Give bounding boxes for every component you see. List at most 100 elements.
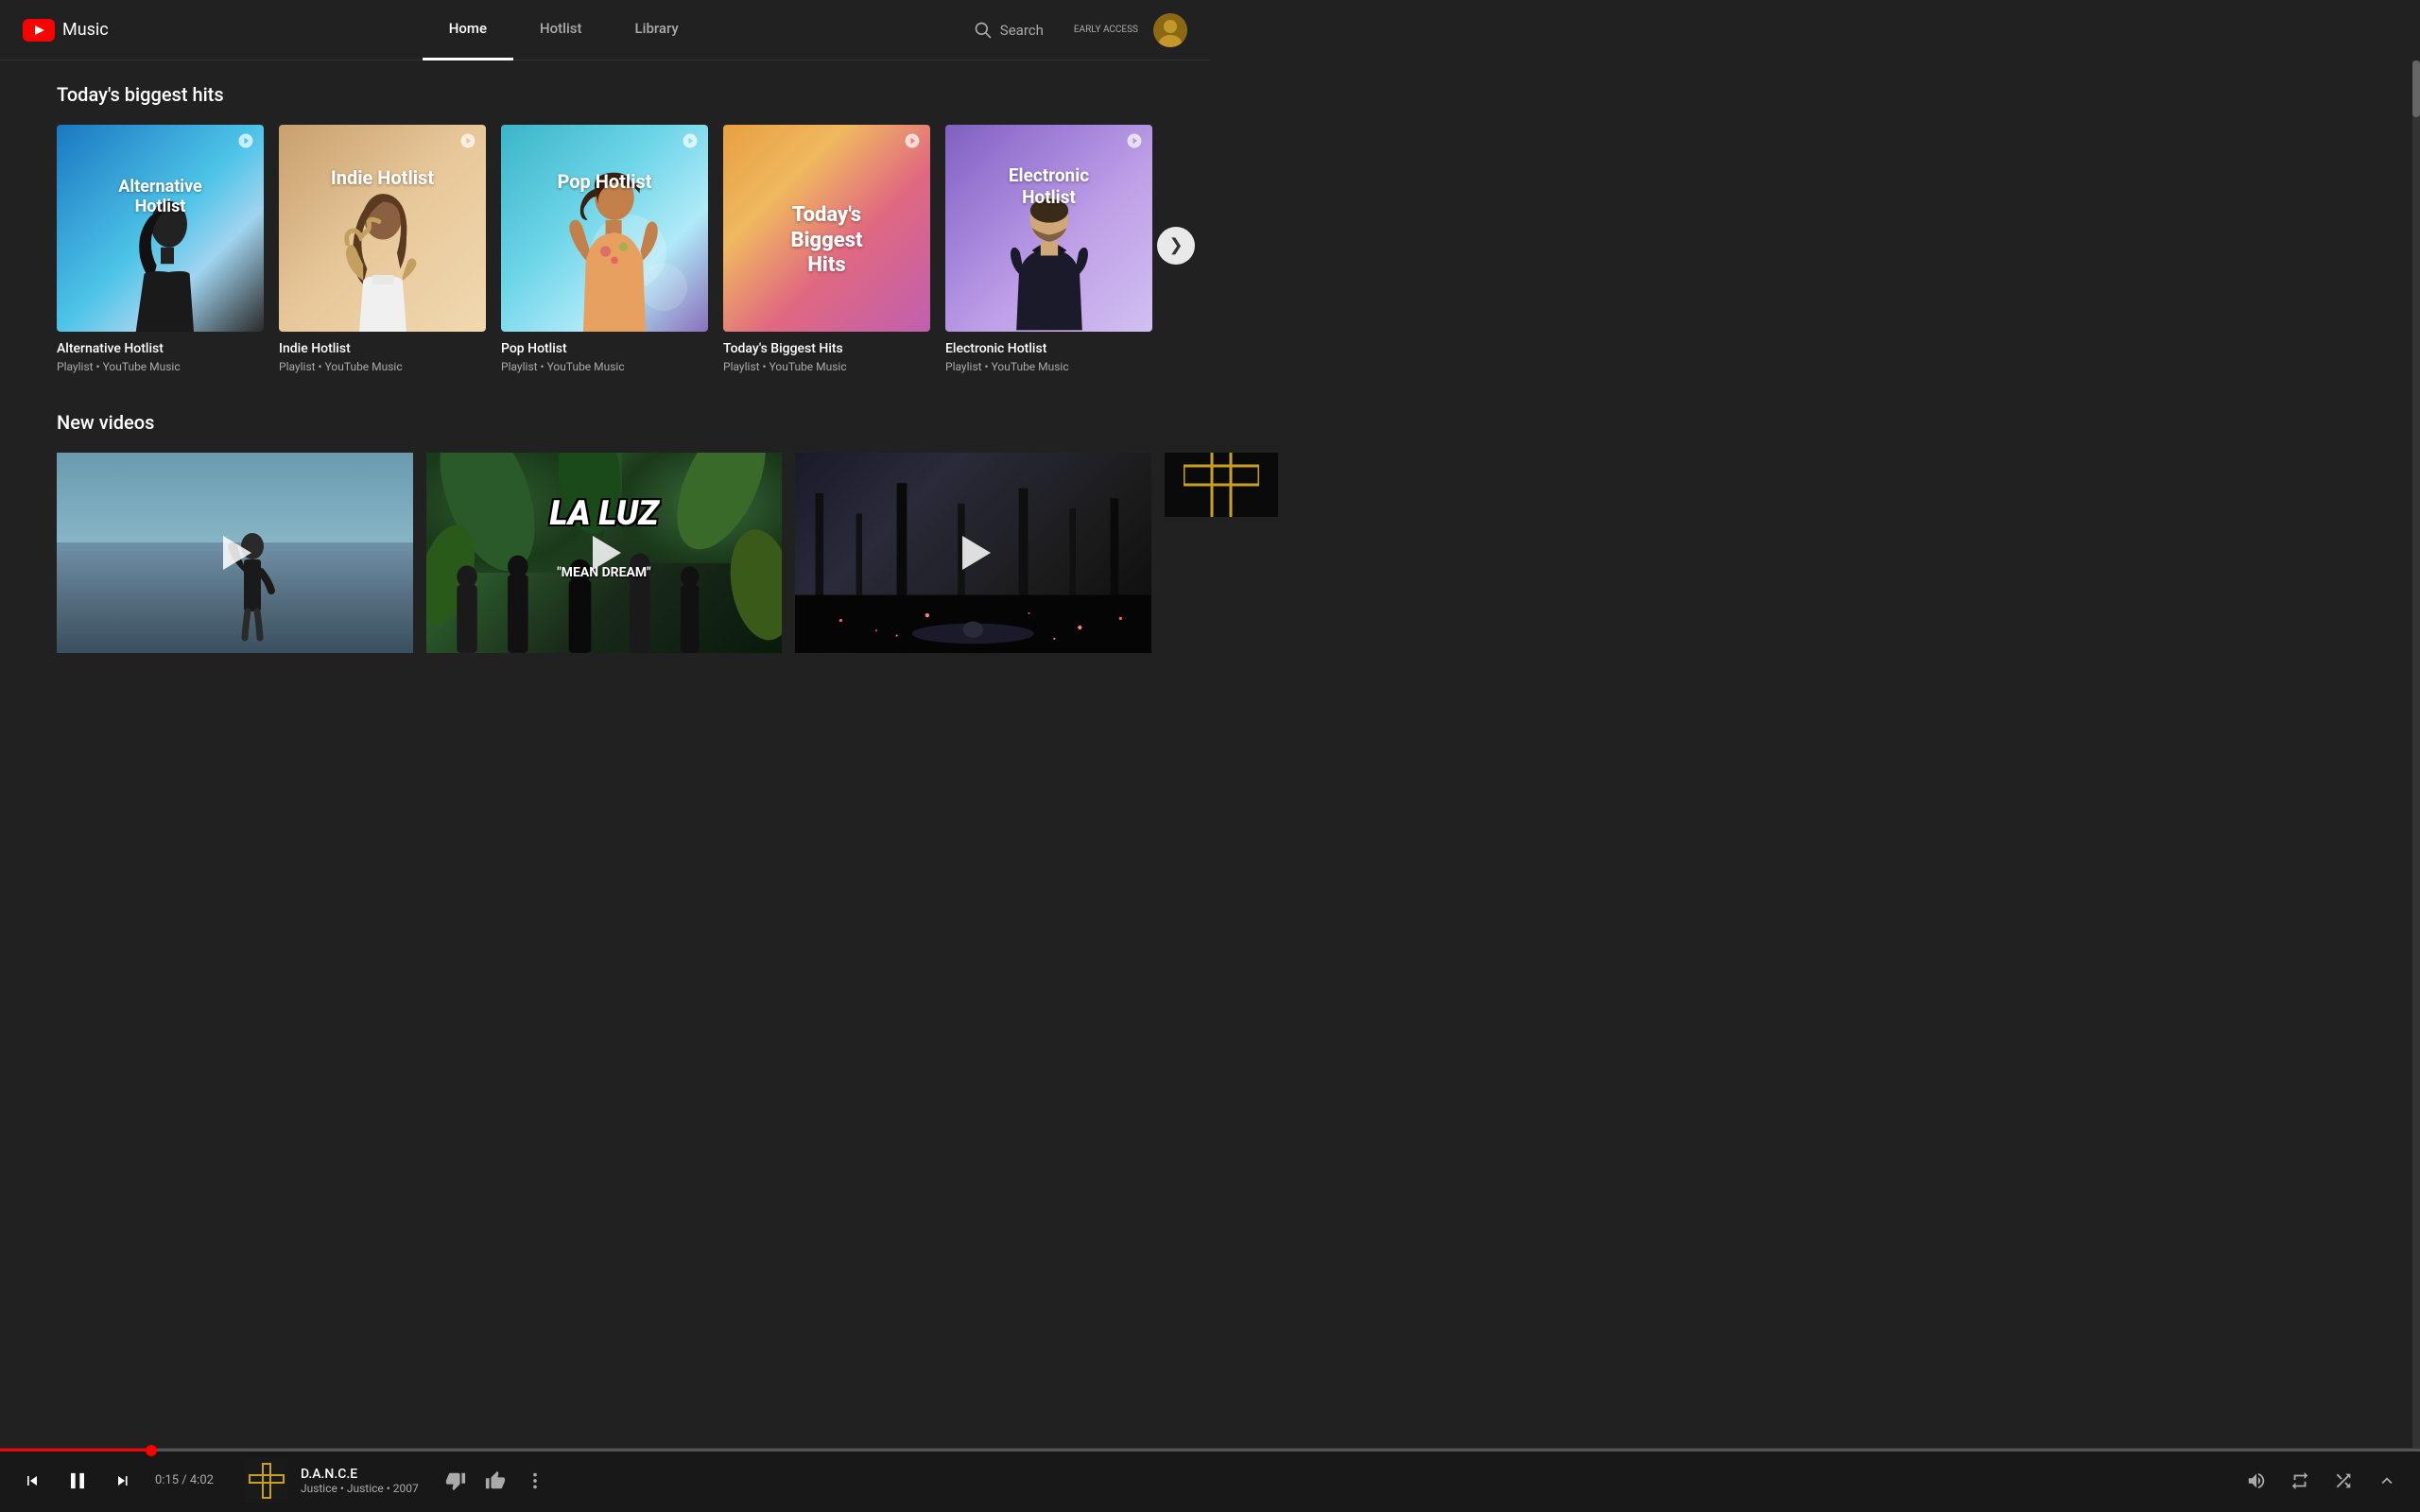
logo-text: Music: [62, 20, 109, 40]
thumbs-up-icon: [485, 1470, 506, 1491]
card-biggest-thumb: Today's Biggest Hits: [723, 125, 930, 332]
video-2-play-overlay: [581, 530, 627, 576]
new-videos-title: New videos: [0, 411, 1210, 434]
nav-library[interactable]: Library: [609, 0, 705, 60]
thumbs-up-button[interactable]: [481, 1467, 510, 1495]
video-card-4-partial[interactable]: [1165, 453, 1278, 653]
video-thumb-1: [57, 453, 413, 653]
next-button[interactable]: ❯: [1157, 227, 1195, 265]
player-controls: 0:15 / 4:02: [19, 1464, 214, 1498]
volume-button[interactable]: [2242, 1467, 2271, 1495]
card-today-biggest[interactable]: Today's Biggest Hits Today's Biggest Hit…: [723, 125, 930, 373]
pop-card-subtitle: Playlist • YouTube Music: [501, 360, 708, 373]
video-card-3[interactable]: [795, 453, 1151, 653]
new-videos-section: New videos: [0, 411, 1210, 653]
avatar[interactable]: [1153, 13, 1187, 47]
time-display: 0:15 / 4:02: [155, 1473, 214, 1487]
video-thumb-3: [795, 453, 1151, 653]
indie-label: Indie Hotlist: [331, 125, 435, 212]
card-indie-thumb: Indie Hotlist: [279, 125, 486, 332]
biggest-card-subtitle: Playlist • YouTube Music: [723, 360, 930, 373]
expand-icon: [2377, 1470, 2397, 1491]
electronic-card-subtitle: Playlist • YouTube Music: [945, 360, 1152, 373]
video-cards-row: LA LUZ "MEAN DREAM": [0, 453, 1210, 653]
player-bar: 0:15 / 4:02 D.A.N.C.E Justice • Justice …: [0, 1448, 2420, 1512]
video-thumb-2: LA LUZ "MEAN DREAM": [426, 453, 783, 653]
youtube-icon: [23, 19, 55, 42]
pause-icon: [64, 1468, 91, 1494]
skip-prev-icon: [23, 1471, 42, 1490]
biggest-label: Today's Biggest Hits: [775, 153, 879, 302]
track-thumb-art: [244, 1458, 289, 1503]
track-title: D.A.N.C.E: [301, 1467, 419, 1482]
nav-hotlist[interactable]: Hotlist: [513, 0, 609, 60]
player-right-controls: [2242, 1467, 2401, 1495]
video-3-play-overlay: [951, 530, 996, 576]
card-electronic-thumb: Electronic Hotlist: [945, 125, 1152, 332]
card-play-icon-alt: [237, 132, 254, 154]
volume-icon: [2246, 1470, 2267, 1491]
thumbs-down-button[interactable]: [441, 1467, 470, 1495]
logo[interactable]: Music: [23, 19, 109, 42]
early-access-label: EARLY ACCESS: [1074, 25, 1138, 36]
track-artist: Justice • Justice • 2007: [301, 1482, 419, 1495]
repeat-button[interactable]: [2286, 1467, 2314, 1495]
video-thumb-4: [1165, 453, 1278, 517]
electronic-label: Electronic Hotlist: [997, 125, 1101, 231]
play-triangle-2: [593, 536, 621, 570]
player-actions: [441, 1467, 549, 1495]
biggest-hits-section: Today's biggest hits: [0, 83, 1210, 373]
shuffle-icon: [2333, 1470, 2354, 1491]
indie-card-subtitle: Playlist • YouTube Music: [279, 360, 486, 373]
thumbs-down-icon: [445, 1470, 466, 1491]
track-details: D.A.N.C.E Justice • Justice • 2007: [301, 1467, 419, 1495]
video-card-1[interactable]: [57, 453, 413, 653]
more-options-icon: [525, 1470, 545, 1491]
scrollbar-thumb[interactable]: [2412, 60, 2420, 117]
pop-card-title: Pop Hotlist: [501, 341, 708, 356]
hotlist-cards-row: Alternative Hotlist Alternative Hotlist …: [57, 125, 1153, 373]
progress-bar-fill: [0, 1449, 151, 1452]
card-alt-hotlist[interactable]: Alternative Hotlist Alternative Hotlist …: [57, 125, 264, 373]
pause-button[interactable]: [60, 1464, 95, 1498]
card-play-icon-biggest: [904, 132, 921, 154]
card-play-icon-indie: [459, 132, 476, 154]
card-pop-hotlist[interactable]: Pop Hotlist Pop Hotlist Playlist • YouTu…: [501, 125, 708, 373]
nav-home[interactable]: Home: [423, 0, 513, 60]
search-label: Search: [1000, 22, 1044, 39]
card-electronic-hotlist[interactable]: Electronic Hotlist Electronic Hotlist Pl…: [945, 125, 1152, 373]
play-triangle-3: [962, 536, 991, 570]
search-area[interactable]: Search: [974, 21, 1044, 40]
play-triangle-1: [223, 536, 251, 570]
biggest-hits-title: Today's biggest hits: [0, 83, 1210, 106]
hotlist-cards-container: Alternative Hotlist Alternative Hotlist …: [0, 125, 1210, 373]
chevron-right-icon: ❯: [1168, 235, 1183, 255]
alt-card-subtitle: Playlist • YouTube Music: [57, 360, 264, 373]
search-icon: [974, 21, 993, 40]
alt-card-title: Alternative Hotlist: [57, 341, 264, 356]
card-pop-thumb: Pop Hotlist: [501, 125, 708, 332]
scrollbar-track[interactable]: [2412, 60, 2420, 1448]
indie-card-title: Indie Hotlist: [279, 341, 486, 356]
cross-svg: [1184, 453, 1259, 517]
pop-label: Pop Hotlist: [553, 125, 657, 215]
header: Music Home Hotlist Library Search EARLY …: [0, 0, 1210, 60]
la-luz-text: LA LUZ: [549, 496, 658, 530]
card-play-icon-electronic: [1126, 132, 1143, 154]
shuffle-button[interactable]: [2329, 1467, 2358, 1495]
skip-next-icon: [113, 1471, 132, 1490]
card-indie-hotlist[interactable]: Indie Hotlist Indie Hotlist Playlist • Y…: [279, 125, 486, 373]
track-thumbnail: [244, 1458, 289, 1503]
repeat-icon: [2290, 1470, 2310, 1491]
video-1-play-overlay: [212, 530, 257, 576]
main-nav: Home Hotlist Library: [154, 0, 974, 60]
more-options-button[interactable]: [521, 1467, 549, 1495]
expand-button[interactable]: [2373, 1467, 2401, 1495]
card-play-icon-pop: [682, 132, 699, 154]
skip-prev-button[interactable]: [19, 1468, 45, 1494]
video-card-2[interactable]: LA LUZ "MEAN DREAM": [426, 453, 783, 653]
skip-next-button[interactable]: [110, 1468, 136, 1494]
header-right: EARLY ACCESS: [1074, 13, 1187, 47]
progress-bar-container[interactable]: [0, 1449, 2420, 1452]
alt-label: Alternative Hotlist: [109, 136, 213, 238]
